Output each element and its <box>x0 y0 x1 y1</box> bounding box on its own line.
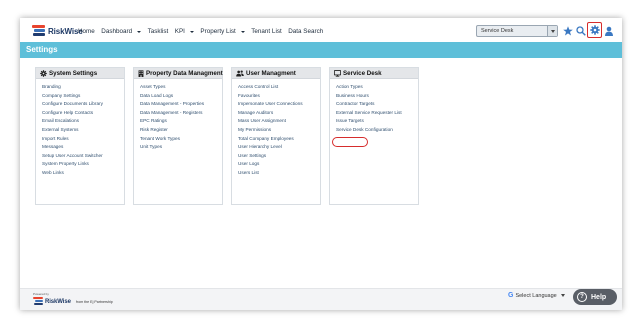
powered-by-text: Powered by <box>33 292 49 296</box>
panel-header: Property Data Managment <box>134 68 223 79</box>
settings-link[interactable]: Business Hours <box>336 92 418 101</box>
caret-down-icon <box>240 30 245 33</box>
settings-link[interactable]: Unit Types <box>140 143 222 152</box>
module-select[interactable]: Service Desk <box>476 25 558 37</box>
nav-home[interactable]: Home <box>78 28 95 35</box>
settings-link[interactable]: Tenant Work Types <box>140 135 222 144</box>
settings-link[interactable]: User Hierarchy Level <box>238 143 320 152</box>
settings-link[interactable]: Service Desk Configuration <box>336 126 418 135</box>
riskwise-logo[interactable]: RiskWise <box>32 24 83 38</box>
settings-link-list: Branding Company Settings Configure Docu… <box>36 79 124 178</box>
settings-link[interactable]: Favourites <box>238 92 320 101</box>
user-icon[interactable] <box>604 26 614 36</box>
nav-tenant-list[interactable]: Tenant List <box>251 28 281 35</box>
settings-link[interactable]: My Permissions <box>238 126 320 135</box>
settings-link[interactable]: Messages <box>42 143 124 152</box>
settings-link[interactable]: User Settings <box>238 152 320 161</box>
footer-logo-text: RiskWise <box>45 298 71 305</box>
settings-link[interactable]: Web Links <box>42 169 124 178</box>
logo-mark-icon <box>32 25 45 37</box>
settings-link[interactable]: External Systems <box>42 126 124 135</box>
panel-property-data: Property Data Managment Asset Types Data… <box>133 67 223 205</box>
panel-system-settings: System Settings Branding Company Setting… <box>35 67 125 205</box>
dropdown-arrow-icon <box>560 294 565 297</box>
main-nav: Home Dashboard Tasklist KPI Property Lis… <box>78 28 330 35</box>
users-icon <box>236 70 244 76</box>
panel-header: Service Desk <box>330 68 418 79</box>
settings-link[interactable]: User Logs <box>238 160 320 169</box>
settings-link-list: Access Control List Favourites Impersona… <box>232 79 320 178</box>
settings-link[interactable]: Configure Help Contacts <box>42 109 124 118</box>
settings-header-bar: Settings <box>20 42 622 58</box>
partnership-text: from the Ej Partnership <box>76 300 113 304</box>
logo-mark-icon <box>33 297 43 306</box>
settings-link[interactable]: Data Load Logs <box>140 92 222 101</box>
panel-header: User Managment <box>232 68 320 79</box>
settings-link[interactable]: System Property Links <box>42 160 124 169</box>
nav-property-list[interactable]: Property List <box>200 28 245 35</box>
nav-tasklist-label: Tasklist <box>147 28 169 35</box>
help-button[interactable]: ? Help <box>573 289 617 305</box>
nav-kpi-label: KPI <box>174 28 185 35</box>
settings-link[interactable]: Risk Register <box>140 126 222 135</box>
caret-down-icon <box>137 30 142 33</box>
nav-dashboard-label: Dashboard <box>101 28 133 35</box>
settings-link[interactable]: Mass User Assignment <box>238 117 320 126</box>
settings-link[interactable]: Data Management - Properties <box>140 100 222 109</box>
language-selector[interactable]: G Select Language <box>508 292 565 299</box>
nav-data-search-label: Data Search <box>288 28 324 35</box>
settings-link-list: Asset Types Data Load Logs Data Manageme… <box>134 79 222 152</box>
settings-link-list: Action Types Business Hours Contractor T… <box>330 79 418 135</box>
settings-link[interactable]: Users List <box>238 169 320 178</box>
settings-link[interactable]: Import Rules <box>42 135 124 144</box>
settings-link[interactable]: EPC Ratings <box>140 117 222 126</box>
panel-title: Property Data Managment <box>146 69 223 77</box>
settings-link[interactable]: Company Settings <box>42 92 124 101</box>
settings-link[interactable]: External Service Requester List <box>336 109 418 118</box>
star-icon[interactable] <box>563 26 573 36</box>
issue-targets-link[interactable]: Issue Targets <box>336 117 418 126</box>
nav-home-label: Home <box>78 28 95 35</box>
google-icon: G <box>508 292 514 299</box>
issue-targets-highlight <box>332 136 368 147</box>
settings-link[interactable]: Access Control List <box>238 83 320 92</box>
app-window: RiskWise Home Dashboard Tasklist KPI Pro… <box>20 18 622 310</box>
caret-down-icon <box>189 30 194 33</box>
dropdown-arrow-icon <box>547 26 557 36</box>
nav-dashboard[interactable]: Dashboard <box>101 28 142 35</box>
settings-link[interactable]: Data Management - Registers <box>140 109 222 118</box>
help-label: Help <box>591 293 607 301</box>
top-navbar: RiskWise Home Dashboard Tasklist KPI Pro… <box>20 18 622 42</box>
settings-link[interactable]: Asset Types <box>140 83 222 92</box>
page-title: Settings <box>26 45 58 54</box>
nav-tenant-list-label: Tenant List <box>251 28 282 35</box>
nav-property-list-label: Property List <box>200 28 236 35</box>
settings-link[interactable]: Impersonate User Connections <box>238 100 320 109</box>
nav-data-search[interactable]: Data Search <box>288 28 323 35</box>
gear-icon <box>40 69 47 77</box>
search-icon[interactable] <box>576 26 586 36</box>
panel-user-management: User Managment Access Control List Favou… <box>231 67 321 205</box>
settings-link[interactable]: Contractor Targets <box>336 100 418 109</box>
monitor-icon <box>334 69 341 77</box>
settings-link[interactable]: Email Escalations <box>42 117 124 126</box>
panel-title: User Managment <box>246 69 296 77</box>
nav-kpi[interactable]: KPI <box>175 28 194 35</box>
settings-link[interactable]: Branding <box>42 83 124 92</box>
panel-header: System Settings <box>36 68 124 79</box>
module-select-value: Service Desk <box>481 28 514 34</box>
settings-link[interactable]: Total Company Employees <box>238 135 320 144</box>
panel-title: System Settings <box>49 69 98 77</box>
language-label: Select Language <box>515 292 557 299</box>
nav-tasklist[interactable]: Tasklist <box>148 28 169 35</box>
settings-link[interactable]: Configure Documents Library <box>42 100 124 109</box>
footer-logo: RiskWise <box>33 297 71 306</box>
panel-title: Service Desk <box>343 69 382 77</box>
settings-link[interactable]: Setup User Account Switcher <box>42 152 124 161</box>
question-icon: ? <box>577 292 587 302</box>
building-icon <box>138 69 144 77</box>
settings-link[interactable]: Action Types <box>336 83 418 92</box>
gear-icon[interactable] <box>589 25 600 35</box>
settings-link[interactable]: Manage Auditors <box>238 109 320 118</box>
